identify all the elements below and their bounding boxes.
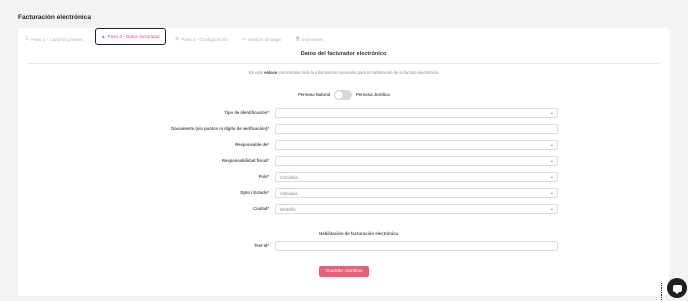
tab-label: Paso 2 - Datos facturador: [107, 34, 160, 39]
dpto-estado-label: Dpto / Estado*: [240, 190, 269, 195]
habilitacion-title: Habilitación de facturación electrónica: [319, 231, 398, 236]
user-icon: ▲: [101, 34, 106, 39]
info-suffix: encontrarás toda la información necesari…: [277, 70, 439, 75]
info-prefix: En este: [248, 70, 265, 75]
select-value: Medellín: [280, 206, 296, 212]
tab-paso-3[interactable]: ⚙ Paso 3 - Configuración: [175, 32, 228, 46]
documento-label: Documento (sin puntos ni dígito de verif…: [171, 126, 269, 131]
person-type-switch[interactable]: [334, 90, 352, 100]
responsable-de-label: Responsable de*: [235, 142, 269, 147]
info-text: En este enlace encontrarás toda la infor…: [18, 70, 669, 75]
tab-paso-2[interactable]: ▲ Paso 2 - Datos facturador: [95, 28, 166, 45]
switch-knob: [335, 91, 343, 99]
persona-natural-label: Persona Natural: [298, 92, 331, 97]
ciudad-select[interactable]: Medellín ⌄: [275, 204, 558, 214]
section-title: Datos del facturador electrónico: [300, 51, 387, 57]
tab-label: Paso 3 - Configuración: [181, 36, 228, 42]
responsabilidad-fiscal-select[interactable]: ⌄: [275, 156, 558, 166]
person-type-toggle-row: Persona Natural Persona Jurídica: [18, 90, 669, 100]
tipo-identificacion-label: Tipo de identificación*: [224, 110, 269, 115]
pais-label: País*: [258, 174, 269, 179]
dpto-estado-select[interactable]: Antioquia ⌄: [275, 188, 558, 198]
steps-tabs: ☰ Paso 1 - Campos previos ▲ Paso 2 - Dat…: [18, 28, 669, 46]
chevron-down-icon: ⌄: [549, 110, 554, 116]
documento-input[interactable]: [275, 124, 558, 134]
page-title: Facturación electrónica: [18, 14, 91, 21]
select-value: Colombia: [280, 174, 298, 180]
drag-handle-icon[interactable]: [660, 282, 664, 301]
main-card: ☰ Paso 1 - Campos previos ▲ Paso 2 - Dat…: [18, 28, 669, 296]
tab-impuestos[interactable]: 🗎 Impuestos: [296, 32, 323, 46]
chat-button[interactable]: [667, 278, 687, 298]
ciudad-label: Ciudad*: [253, 206, 269, 211]
tipo-identificacion-select[interactable]: ⌄: [275, 108, 558, 118]
tab-label: Paso 1 - Campos previos: [31, 36, 83, 42]
gear-icon: ⚙: [175, 36, 180, 41]
test-id-label: Test Id*: [254, 243, 269, 248]
chevron-down-icon: ⌄: [549, 142, 554, 148]
document-icon: 🗎: [296, 36, 300, 41]
tab-label: Medios de pago: [248, 36, 282, 42]
select-value: Antioquia: [280, 190, 298, 196]
responsable-de-select[interactable]: ⌄: [275, 140, 558, 150]
tab-label: Impuestos: [301, 36, 323, 42]
chevron-down-icon: ⌄: [549, 206, 554, 212]
tab-paso-1[interactable]: ☰ Paso 1 - Campos previos: [25, 32, 83, 46]
card-icon: ▭: [242, 36, 247, 41]
responsabilidad-fiscal-label: Responsabilidad fiscal*: [221, 158, 269, 163]
test-id-input[interactable]: [275, 241, 558, 251]
chevron-down-icon: ⌄: [549, 190, 554, 196]
save-button[interactable]: Guardar cambios: [319, 266, 369, 277]
list-icon: ☰: [25, 36, 30, 41]
tab-medios-pago[interactable]: ▭ Medios de pago: [242, 32, 281, 46]
persona-juridica-label: Persona Jurídica: [356, 92, 390, 97]
chat-bubble-icon: [672, 284, 682, 294]
chevron-down-icon: ⌄: [549, 158, 554, 164]
divider: [28, 63, 659, 64]
info-link[interactable]: enlace: [264, 70, 277, 75]
pais-select[interactable]: Colombia ⌄: [275, 172, 558, 182]
chevron-down-icon: ⌄: [549, 174, 554, 180]
